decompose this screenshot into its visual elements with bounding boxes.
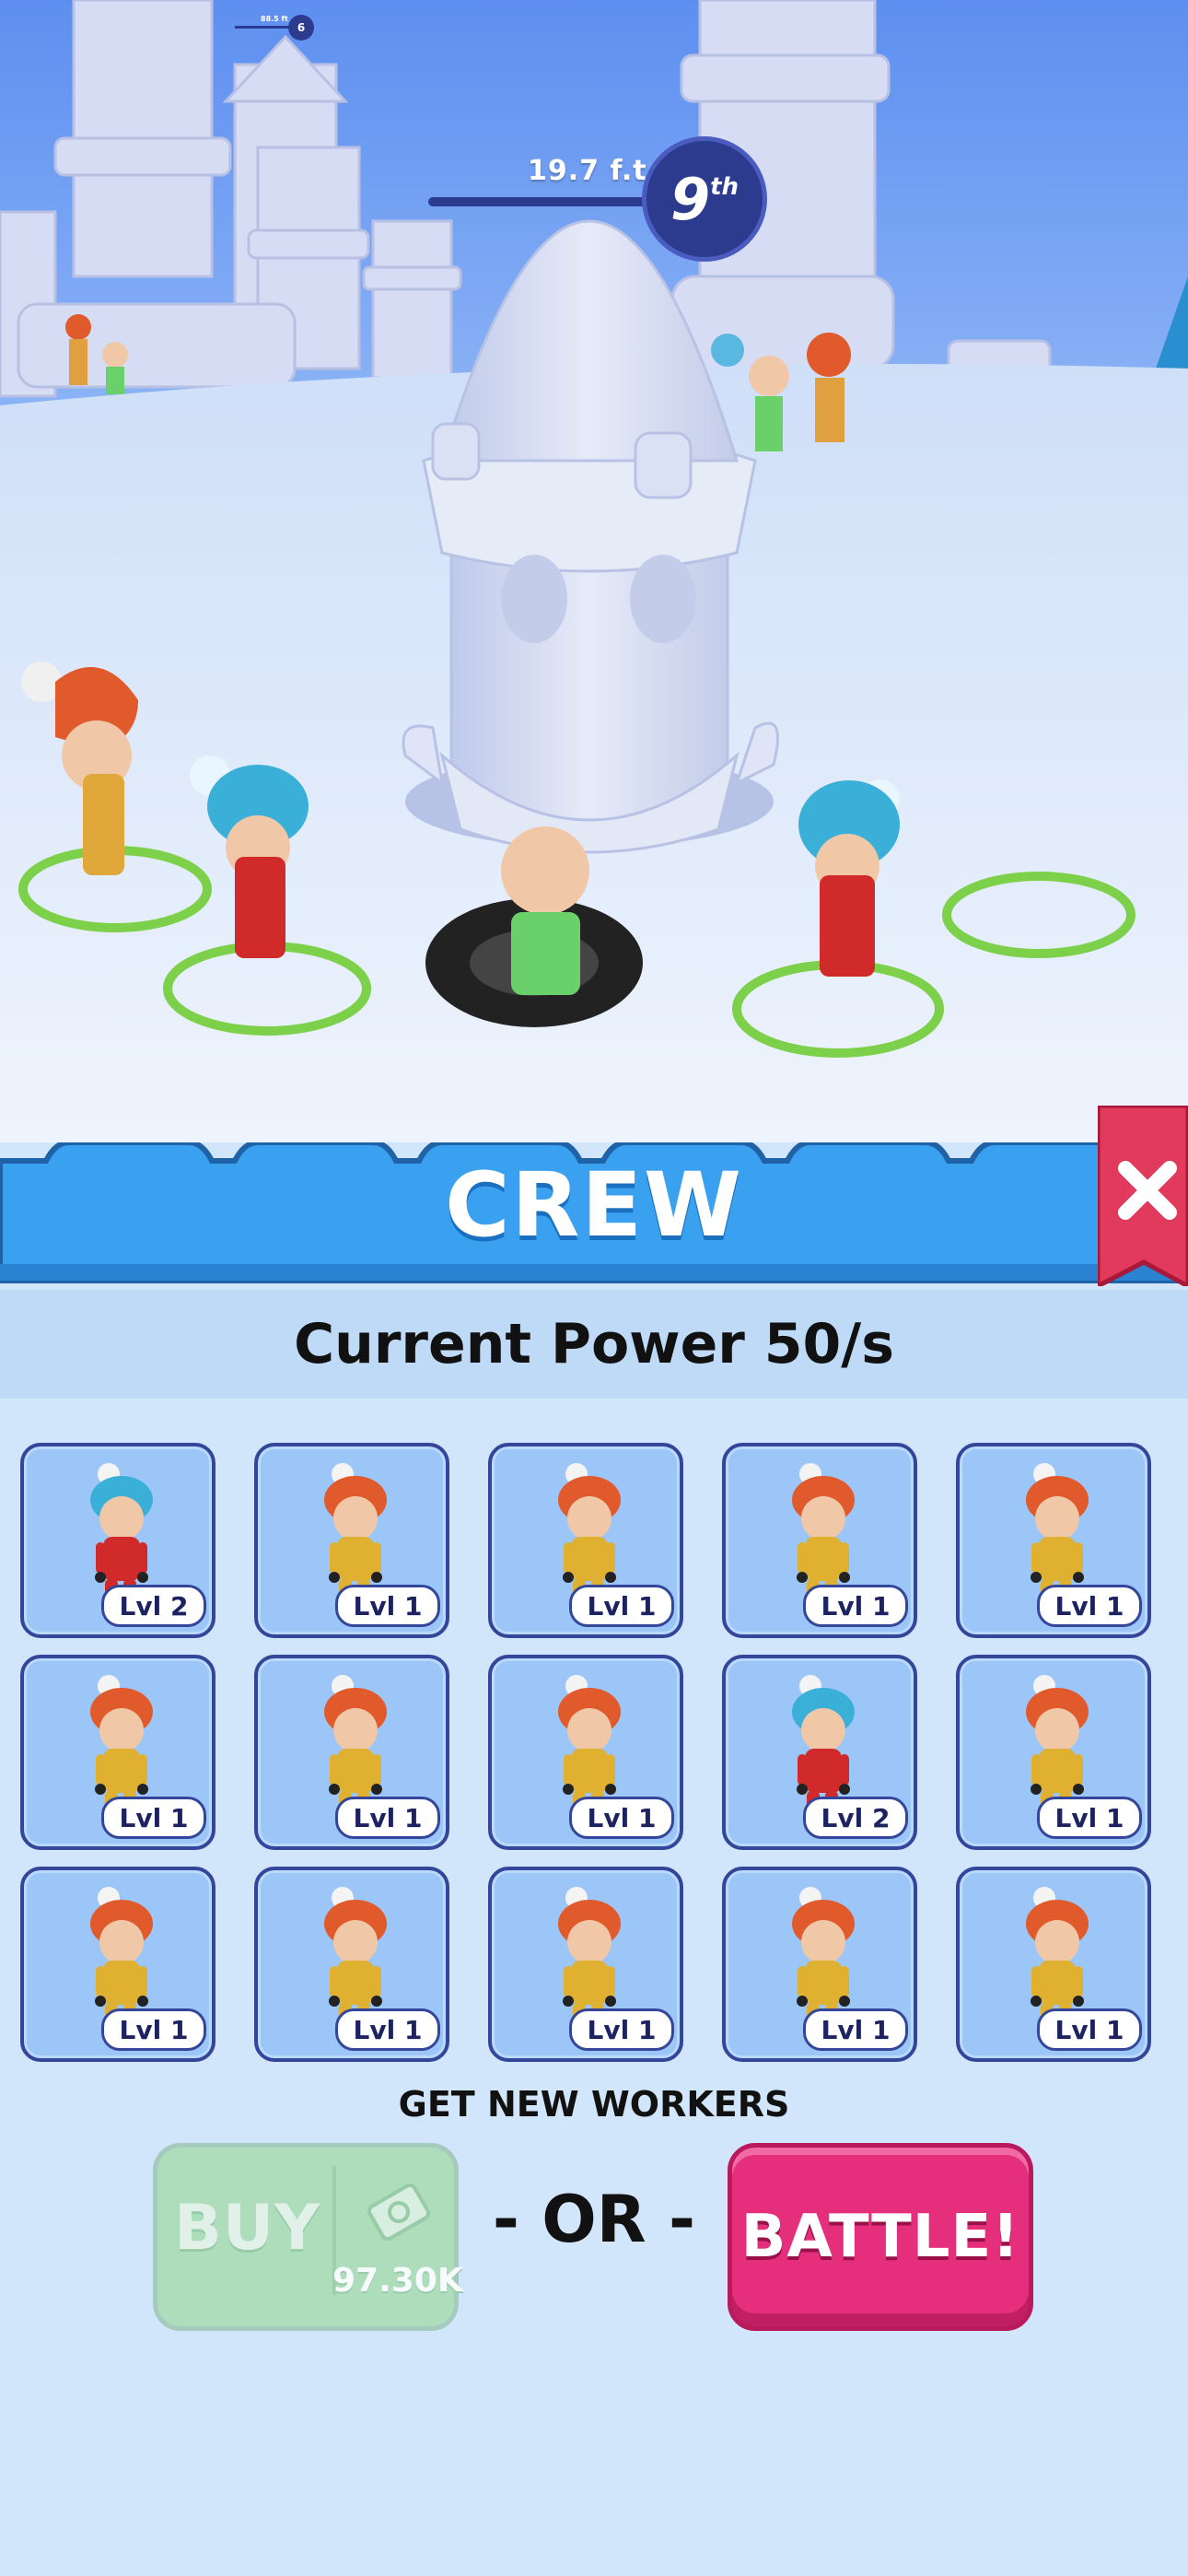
- mini-rank-badge: 6: [288, 15, 314, 41]
- panel-title: CREW: [445, 1153, 743, 1257]
- worker-level-badge: Lvl 1: [335, 2008, 440, 2051]
- worker-level-badge: Lvl 1: [101, 2008, 206, 2051]
- rank-number: 9: [670, 165, 711, 233]
- worker-card[interactable]: Lvl 1: [488, 1867, 683, 2062]
- rank-indicator: 19.7 f.t 9th: [428, 136, 1105, 275]
- mini-rank-indicator: 88.5 ft 6: [235, 15, 318, 42]
- worker-card[interactable]: Lvl 1: [956, 1443, 1151, 1638]
- battle-button[interactable]: BATTLE!: [728, 2143, 1033, 2331]
- buy-price: 97.30K: [332, 2262, 463, 2300]
- rank-badge: 9th: [642, 136, 767, 262]
- worker-card[interactable]: Lvl 1: [722, 1867, 917, 2062]
- worker-level-badge: Lvl 1: [101, 1797, 206, 1839]
- progress-line: [428, 197, 658, 206]
- worker-level-badge: Lvl 2: [803, 1797, 908, 1839]
- worker-level-badge: Lvl 1: [803, 2008, 908, 2051]
- worker-card[interactable]: Lvl 1: [20, 1655, 215, 1850]
- worker-level-badge: Lvl 1: [569, 2008, 674, 2051]
- worker-level-badge: Lvl 1: [569, 1585, 674, 1627]
- worker-card[interactable]: Lvl 2: [20, 1443, 215, 1638]
- worker-card[interactable]: Lvl 1: [956, 1655, 1151, 1850]
- power-bar: Current Power 50/s: [0, 1290, 1188, 1399]
- or-separator: - OR -: [492, 2182, 696, 2257]
- buy-button[interactable]: BUY 97.30K: [153, 2143, 463, 2331]
- worker-level-badge: Lvl 1: [1037, 1585, 1142, 1627]
- worker-card[interactable]: Lvl 1: [488, 1443, 683, 1638]
- rank-suffix: th: [710, 173, 740, 201]
- mini-progress-line: [235, 26, 290, 29]
- worker-card[interactable]: Lvl 1: [956, 1867, 1151, 2062]
- worker-card[interactable]: Lvl 2: [722, 1655, 917, 1850]
- game-scene: 88.5 ft 6 19.7 f.t 9th: [0, 0, 1188, 1142]
- battle-label: BATTLE!: [740, 2203, 1020, 2271]
- mini-distance-label: 88.5 ft: [261, 15, 288, 23]
- close-icon: [1095, 1103, 1188, 1291]
- worker-level-badge: Lvl 1: [569, 1797, 674, 1839]
- worker-card[interactable]: Lvl 1: [254, 1443, 449, 1638]
- worker-level-badge: Lvl 2: [101, 1585, 206, 1627]
- worker-card[interactable]: Lvl 1: [722, 1443, 917, 1638]
- current-power-label: Current Power 50/s: [294, 1312, 894, 1376]
- worker-level-badge: Lvl 1: [803, 1585, 908, 1627]
- worker-level-badge: Lvl 1: [1037, 1797, 1142, 1839]
- worker-card[interactable]: Lvl 1: [254, 1655, 449, 1850]
- close-button[interactable]: [1095, 1103, 1188, 1291]
- get-new-workers-label: GET NEW WORKERS: [398, 2084, 790, 2125]
- worker-grid: Lvl 2 Lvl 1 Lvl 1 Lvl 1 Lvl 1 Lvl 1 Lvl 1 Lvl 1…: [20, 1443, 1170, 2062]
- worker-card[interactable]: Lvl 1: [254, 1867, 449, 2062]
- worker-card[interactable]: Lvl 1: [20, 1867, 215, 2062]
- cash-icon: [367, 2183, 431, 2242]
- worker-level-badge: Lvl 1: [335, 1585, 440, 1627]
- worker-level-badge: Lvl 1: [335, 1797, 440, 1839]
- worker-card[interactable]: Lvl 1: [488, 1655, 683, 1850]
- distance-label: 19.7 f.t: [528, 155, 647, 187]
- buy-label: BUY: [174, 2192, 321, 2265]
- worker-level-badge: Lvl 1: [1037, 2008, 1142, 2051]
